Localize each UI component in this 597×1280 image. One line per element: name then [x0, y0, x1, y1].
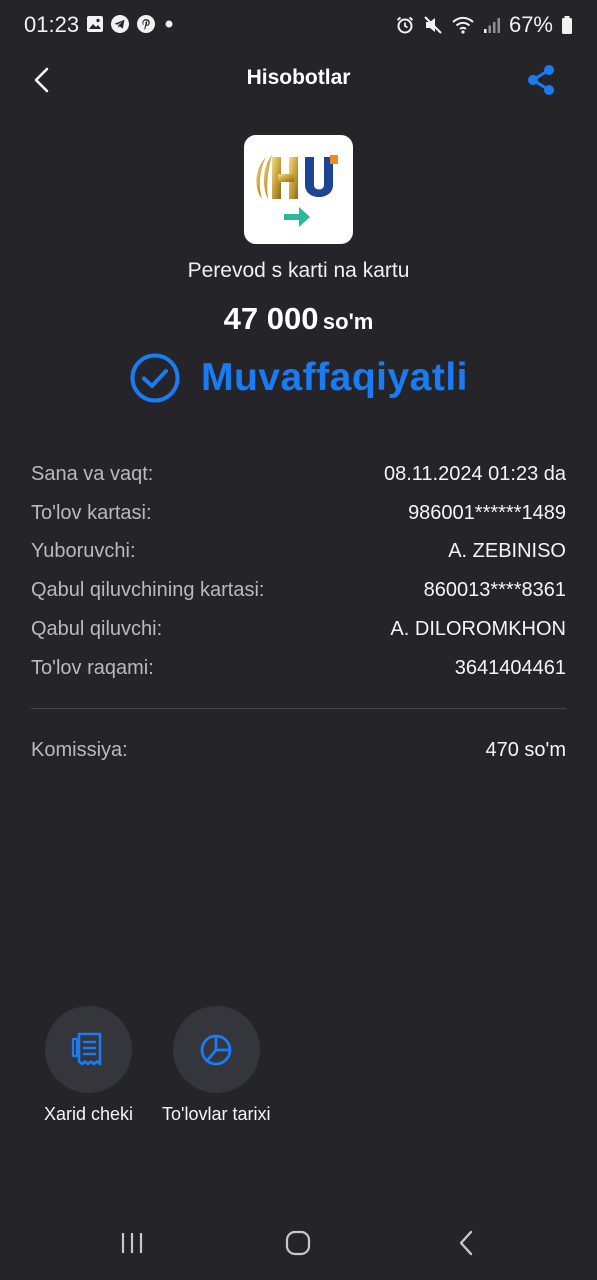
status-row: Muvaffaqiyatli: [0, 352, 597, 404]
commission-label: Komissiya:: [31, 738, 128, 761]
detail-row-recipient: Qabul qiluvchi: A. DILOROMKHON: [31, 610, 566, 649]
home-button[interactable]: [278, 1226, 318, 1260]
commission-section: Komissiya: 470 so'm: [31, 731, 566, 770]
payment-history-button-label: To'lovlar tarixi: [162, 1104, 271, 1124]
commission-value: 470 so'm: [485, 738, 566, 761]
detail-row-recipient-card: Qabul qiluvchining kartasi: 860013****83…: [31, 571, 566, 610]
payment-history-button-circle[interactable]: [172, 1006, 260, 1093]
telegram-icon: [111, 15, 129, 33]
pie-chart-icon: [200, 1034, 232, 1065]
payment-history-button[interactable]: To'lovlar tarixi: [162, 1006, 270, 1125]
detail-row-sender: Yuboruvchi: A. ZEBINISO: [31, 533, 566, 572]
receipt-button[interactable]: Xarid cheki: [44, 1006, 133, 1125]
status-time: 01:23: [24, 12, 80, 37]
detail-value: 3641404461: [454, 656, 566, 679]
detail-label: Sana va vaqt:: [31, 462, 154, 485]
service-logo: [244, 135, 353, 244]
detail-value: 986001******1489: [408, 501, 566, 524]
detail-label: To'lov kartasi:: [31, 501, 152, 524]
dot-icon: [165, 20, 173, 28]
amount: 47 000 so'm: [0, 301, 597, 337]
amount-value: 47 000: [223, 301, 319, 336]
humo-uzcard-logo: [256, 155, 338, 227]
detail-label: To'lov raqami:: [31, 656, 154, 679]
detail-label: Yuboruvchi:: [31, 540, 136, 563]
detail-row-payment-card: To'lov kartasi: 986001******1489: [31, 494, 566, 533]
service-name: Perevod s karti na kartu: [187, 259, 410, 282]
receipt-button-label: Xarid cheki: [44, 1104, 134, 1124]
mute-icon: [424, 16, 442, 34]
detail-value: 860013****8361: [423, 579, 566, 602]
detail-value: 08.11.2024 01:23 da: [383, 462, 566, 485]
detail-label: Qabul qiluvchi:: [31, 618, 163, 641]
detail-row-commission: Komissiya: 470 so'm: [31, 731, 566, 770]
amount-currency: so'm: [322, 309, 374, 334]
home-icon: [285, 1230, 311, 1256]
wifi-icon: [452, 16, 474, 34]
detail-value: A. DILOROMKHON: [390, 618, 566, 641]
detail-label: Qabul qiluvchining kartasi:: [31, 579, 265, 602]
alarm-icon: [396, 16, 414, 34]
system-nav-bar: [0, 1220, 597, 1266]
battery-percentage: 67%: [508, 12, 553, 37]
detail-value: A. ZEBINISO: [448, 540, 566, 563]
detail-row-datetime: Sana va vaqt: 08.11.2024 01:23 da: [31, 455, 566, 494]
pinterest-icon: [137, 15, 155, 33]
divider: [31, 708, 566, 709]
recent-apps-button[interactable]: [112, 1226, 152, 1260]
signal-icon: [483, 18, 500, 33]
header: Hisobotlar: [0, 56, 597, 104]
nav-back-button[interactable]: [446, 1226, 486, 1260]
share-icon: [528, 65, 554, 95]
receipt-icon: [71, 1032, 101, 1065]
details-list: Sana va vaqt: 08.11.2024 01:23 da To'lov…: [31, 455, 566, 688]
status-bar: 01:23 67%: [0, 0, 597, 52]
gallery-icon: [87, 16, 103, 32]
battery-icon: [562, 16, 572, 34]
check-circle-icon: [130, 353, 180, 403]
receipt-button-circle[interactable]: [45, 1006, 133, 1093]
share-button[interactable]: [523, 62, 559, 98]
recent-apps-icon: [121, 1233, 143, 1253]
page-title: Hisobotlar: [246, 66, 351, 89]
status-text: Muvaffaqiyatli: [200, 356, 469, 399]
detail-row-payment-number: To'lov raqami: 3641404461: [31, 649, 566, 688]
back-arrow-icon: [459, 1230, 473, 1256]
